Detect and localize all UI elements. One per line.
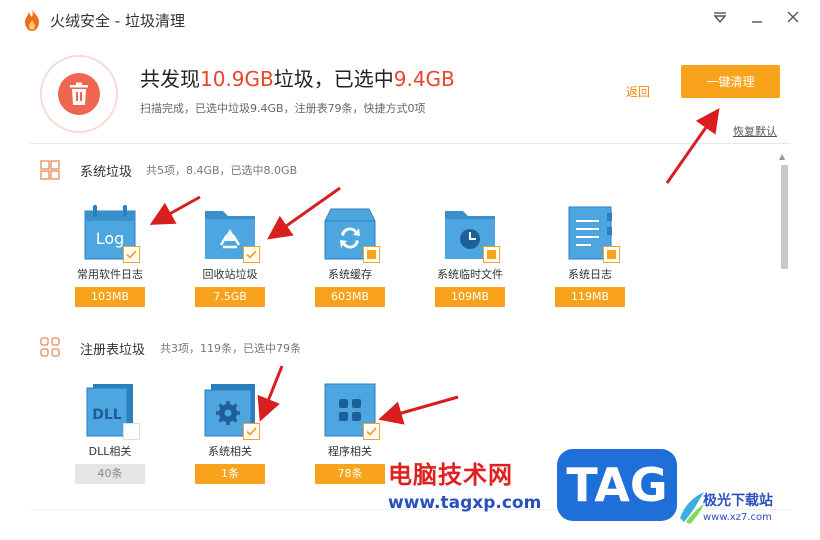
item-size-badge: 7.5GB bbox=[195, 287, 265, 307]
item-checkbox[interactable] bbox=[243, 246, 260, 263]
close-icon[interactable] bbox=[783, 10, 803, 30]
registry-icon bbox=[40, 337, 60, 357]
item-checkbox[interactable] bbox=[363, 246, 380, 263]
minimize-icon[interactable] bbox=[747, 10, 767, 30]
item-size-badge: 103MB bbox=[75, 287, 145, 307]
item-temp-files[interactable]: 系统临时文件 109MB bbox=[430, 205, 510, 307]
restore-default-link[interactable]: 恢复默认 bbox=[733, 123, 777, 139]
back-link[interactable]: 返回 bbox=[626, 83, 650, 100]
aurora-logo-icon bbox=[680, 492, 704, 524]
item-size-badge: 40条 bbox=[75, 464, 145, 484]
item-system-cache[interactable]: 系统缓存 603MB bbox=[310, 205, 390, 307]
trash-summary-icon bbox=[40, 55, 118, 133]
svg-text:DLL: DLL bbox=[92, 407, 122, 423]
header-divider bbox=[30, 143, 790, 144]
item-system-logs[interactable]: 系统日志 119MB bbox=[550, 205, 630, 307]
found-size: 10.9GB bbox=[200, 67, 274, 91]
selected-size: 9.4GB bbox=[393, 67, 455, 91]
item-size-badge: 603MB bbox=[315, 287, 385, 307]
item-label: 回收站垃圾 bbox=[202, 268, 258, 281]
section-title-system: 系统垃圾 bbox=[80, 165, 133, 180]
section-summary-system: 共5项，8.4GB，已选中8.0GB bbox=[146, 164, 298, 177]
item-size-badge: 109MB bbox=[435, 287, 505, 307]
item-label: 系统缓存 bbox=[328, 268, 372, 281]
section-summary-registry: 共3项，119条，已选中79条 bbox=[160, 342, 301, 355]
item-label: 系统临时文件 bbox=[437, 268, 503, 281]
item-label: 常用软件日志 bbox=[77, 268, 143, 281]
item-system-related[interactable]: 系统相关 1条 bbox=[190, 382, 270, 484]
item-checkbox[interactable] bbox=[123, 423, 140, 440]
windows-icon bbox=[40, 160, 60, 180]
section-title-registry: 注册表垃圾 bbox=[80, 343, 146, 358]
item-label: DLL相关 bbox=[88, 445, 132, 458]
item-checkbox[interactable] bbox=[363, 423, 380, 440]
item-app-logs[interactable]: Log 常用软件日志 103MB bbox=[70, 205, 150, 307]
item-label: 系统相关 bbox=[208, 445, 252, 458]
watermark-url: www.tagxp.com bbox=[388, 493, 542, 513]
item-program-related[interactable]: 程序相关 78条 bbox=[310, 382, 390, 484]
window-title: 火绒安全 - 垃圾清理 bbox=[50, 12, 185, 30]
item-label: 系统日志 bbox=[568, 268, 612, 281]
scroll-up-icon[interactable]: ▲ bbox=[779, 152, 785, 161]
watermark-tag-logo: TAG bbox=[557, 449, 677, 521]
watermark-site: 极光下载站 bbox=[703, 493, 773, 509]
watermark-site-url: www.xz7.com bbox=[703, 512, 772, 523]
watermark-cn: 电脑技术网 bbox=[388, 461, 513, 489]
item-size-badge: 1条 bbox=[195, 464, 265, 484]
title-bar: 火绒安全 - 垃圾清理 bbox=[0, 0, 820, 40]
item-size-badge: 119MB bbox=[555, 287, 625, 307]
scan-status: 扫描完成，已选中垃圾9.4GB，注册表79条，快捷方式0项 bbox=[140, 102, 426, 115]
item-checkbox[interactable] bbox=[243, 423, 260, 440]
item-size-badge: 78条 bbox=[315, 464, 385, 484]
item-label: 程序相关 bbox=[328, 445, 372, 458]
item-checkbox[interactable] bbox=[603, 246, 620, 263]
menu-icon[interactable] bbox=[710, 10, 730, 30]
cleanup-window: 火绒安全 - 垃圾清理 共发现10.9GB垃圾，已选中9.4GB 扫描完成，已选… bbox=[0, 0, 820, 540]
scan-headline: 共发现10.9GB垃圾，已选中9.4GB bbox=[140, 67, 455, 91]
scrollbar-thumb[interactable] bbox=[781, 165, 788, 269]
huorong-logo-icon bbox=[25, 9, 39, 31]
item-checkbox[interactable] bbox=[483, 246, 500, 263]
item-recycle-bin[interactable]: 回收站垃圾 7.5GB bbox=[190, 205, 270, 307]
trash-icon bbox=[70, 82, 88, 105]
svg-text:Log: Log bbox=[96, 229, 125, 248]
one-click-clean-button[interactable]: 一键清理 bbox=[681, 65, 780, 98]
arrow-program-related bbox=[378, 395, 459, 425]
item-dll[interactable]: DLL DLL相关 40条 bbox=[70, 382, 150, 484]
item-checkbox[interactable] bbox=[123, 246, 140, 263]
arrow-clean-button bbox=[665, 108, 720, 184]
